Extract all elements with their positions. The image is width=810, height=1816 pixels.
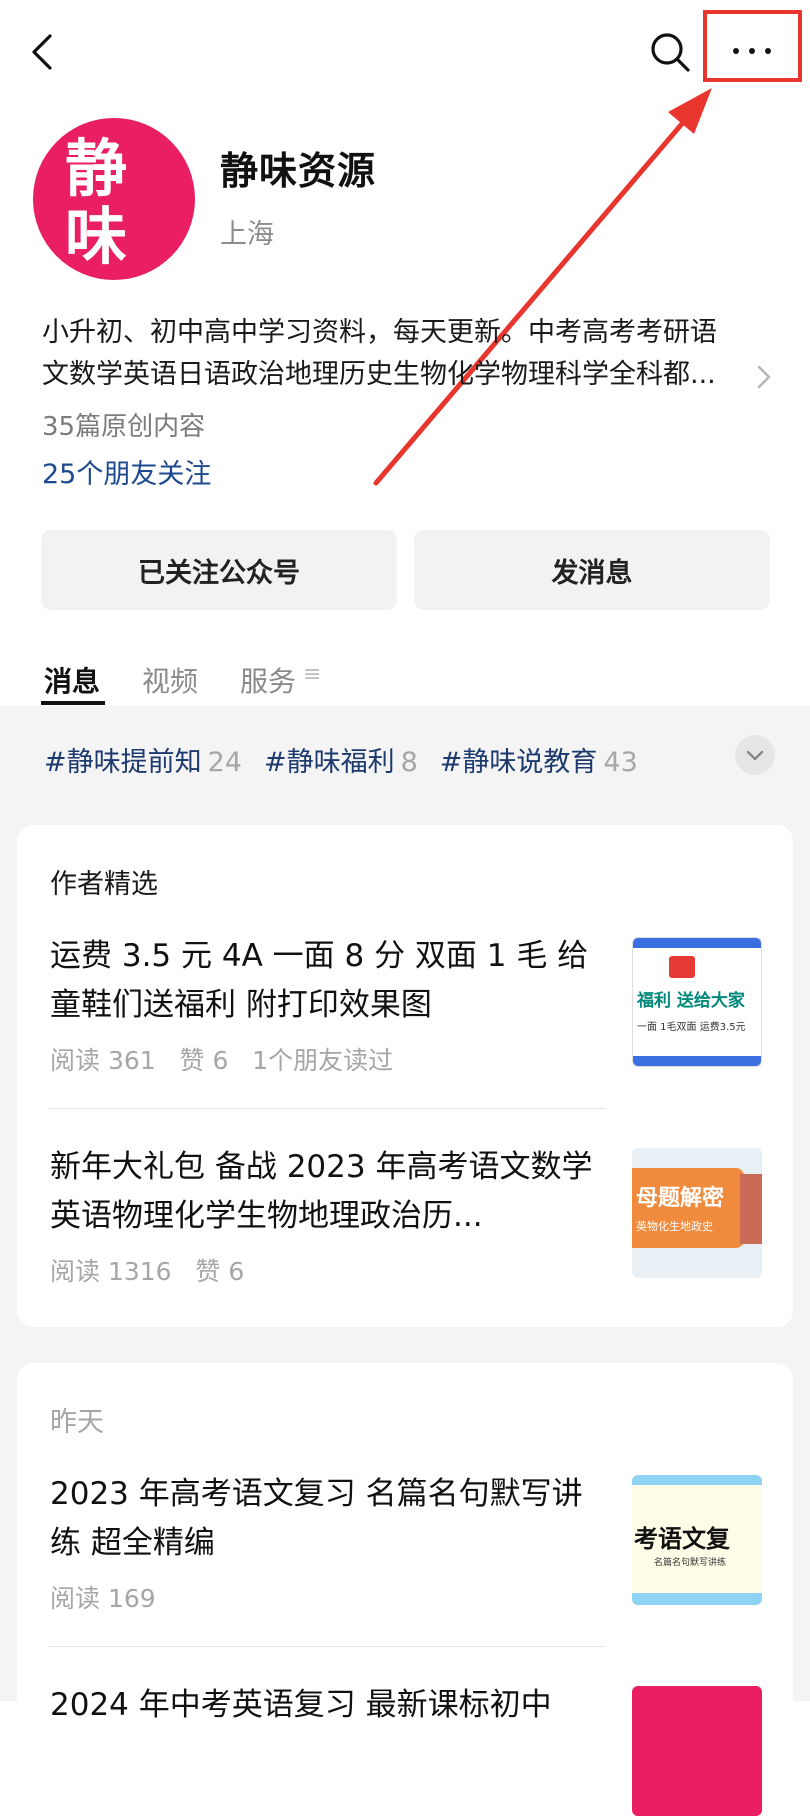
thumb-text: 母题解密 [636, 1186, 725, 1211]
account-name: 静味资源 [220, 149, 377, 193]
tag-item[interactable]: #静味福利 8 [264, 740, 418, 779]
article-meta: 阅读 169 [50, 1584, 156, 1613]
avatar[interactable]: 静 味 [33, 118, 195, 280]
followed-button[interactable]: 已关注公众号 [41, 530, 397, 610]
tag-count: 24 [207, 747, 242, 778]
yesterday-card: 昨天 2023 年高考语文复习 名篇名句默写讲练 超全精编 阅读 169 考语文… [17, 1363, 793, 1816]
article-thumbnail[interactable] [632, 1686, 762, 1816]
article-thumbnail[interactable]: 母题解密 英物化生地政史 [632, 1148, 762, 1278]
featured-title: 作者精选 [50, 869, 158, 900]
tag-name: #静味福利 [263, 747, 395, 778]
avatar-char-2: 味 [65, 200, 128, 273]
send-message-button[interactable]: 发消息 [414, 530, 770, 610]
tab-videos[interactable]: 视频 [142, 660, 198, 700]
thumb-text: 福利 送给大家 [637, 991, 745, 1011]
thumb-subtext: 名篇名句默写讲练 [654, 1558, 727, 1568]
featured-card: 作者精选 运费 3.5 元 4A 一面 8 分 双面 1 毛 给童鞋们送福利 附… [17, 825, 793, 1327]
account-location: 上海 [220, 219, 274, 250]
tab-messages[interactable]: 消息 [44, 660, 100, 700]
chevron-down-icon [746, 750, 764, 761]
article-title[interactable]: 新年大礼包 备战 2023 年高考语文数学英语物理化学生物地理政治历... [50, 1143, 610, 1241]
article-thumbnail[interactable]: 考语文复 名篇名句默写讲练 [632, 1475, 762, 1605]
thumb-subtext: 英物化生地政史 [636, 1220, 713, 1233]
date-heading: 昨天 [50, 1407, 104, 1438]
thumb-text: 考语文复 [634, 1525, 730, 1553]
tag-count: 8 [400, 747, 418, 778]
article-title[interactable]: 2024 年中考英语复习 最新课标初中 [50, 1681, 610, 1730]
divider [48, 1108, 605, 1109]
tag-item[interactable]: #静味说教育 43 [440, 740, 638, 779]
article-title[interactable]: 2023 年高考语文复习 名篇名句默写讲练 超全精编 [50, 1470, 610, 1568]
tag-name: #静味提前知 [44, 747, 202, 778]
article-thumbnail[interactable]: 福利 送给大家 一面 1毛双面 运费3.5元 [632, 937, 762, 1067]
account-bio[interactable]: 小升初、初中高中学习资料，每天更新。中考高考考研语文数学英语日语政治地理历史生物… [42, 312, 742, 396]
article-meta: 阅读 1316 赞 6 [50, 1257, 245, 1286]
original-count: 35篇原创内容 [42, 412, 206, 442]
tag-bar: #静味提前知 24 #静味福利 8 #静味说教育 43 [44, 740, 638, 779]
tab-services[interactable]: 服务 [240, 660, 296, 700]
article-title[interactable]: 运费 3.5 元 4A 一面 8 分 双面 1 毛 给童鞋们送福利 附打印效果图 [50, 932, 610, 1030]
expand-tags-button[interactable] [735, 735, 775, 775]
services-menu-icon: ≡ [303, 662, 322, 687]
article-meta: 阅读 361 赞 6 1个朋友读过 [50, 1046, 394, 1075]
thumb-subtext: 一面 1毛双面 运费3.5元 [637, 1022, 746, 1033]
tag-name: #静味说教育 [439, 747, 598, 778]
divider [48, 1646, 605, 1647]
avatar-char-1: 静 [65, 132, 128, 205]
chevron-right-icon[interactable] [754, 364, 774, 390]
friends-following[interactable]: 25个朋友关注 [42, 452, 211, 491]
active-tab-indicator [41, 701, 105, 705]
tag-item[interactable]: #静味提前知 24 [44, 740, 242, 779]
tag-count: 43 [603, 747, 638, 778]
